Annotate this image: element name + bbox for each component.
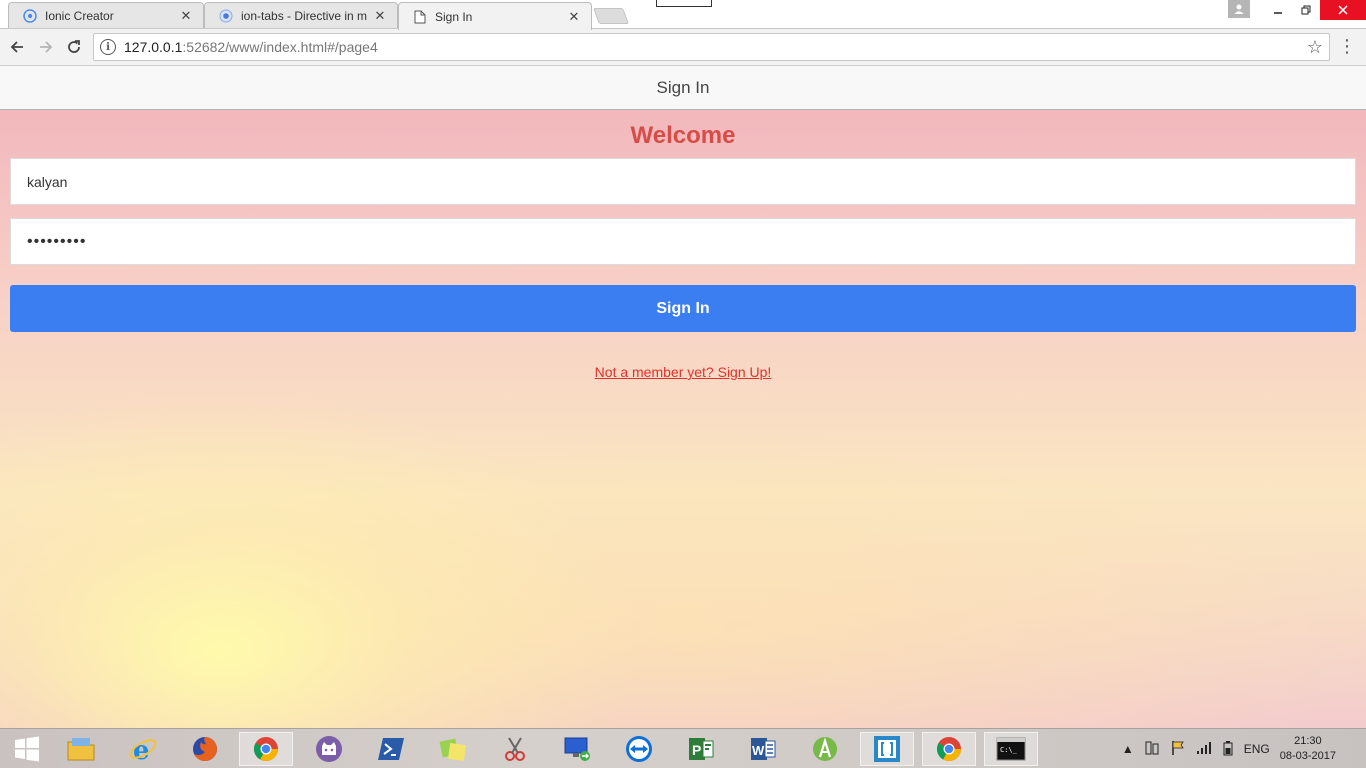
file-explorer-icon[interactable] — [54, 732, 108, 766]
sign-in-button[interactable]: Sign In — [10, 285, 1356, 332]
back-arrow-icon[interactable] — [7, 37, 27, 57]
sign-up-link[interactable]: Not a member yet? Sign Up! — [595, 364, 772, 380]
brackets-icon[interactable] — [860, 732, 914, 766]
password-field[interactable]: ••••••••• — [10, 218, 1356, 265]
firefox-icon[interactable] — [178, 732, 232, 766]
browser-toolbar: i 127.0.0.1 :52682/www/index.html#/page4… — [0, 29, 1366, 66]
restore-icon[interactable] — [1292, 0, 1320, 20]
chrome-icon[interactable] — [239, 732, 293, 766]
app-header-bar: Sign In — [0, 66, 1366, 110]
sign-in-content: Welcome kalyan ••••••••• Sign In Not a m… — [0, 110, 1366, 728]
show-hidden-icons-icon[interactable]: ▲ — [1122, 742, 1134, 756]
document-icon — [413, 10, 427, 24]
remote-desktop-icon[interactable] — [550, 732, 604, 766]
github-icon[interactable] — [302, 732, 356, 766]
command-prompt-icon[interactable]: C:\_ — [984, 732, 1038, 766]
word-icon[interactable]: W — [736, 732, 790, 766]
battery-icon[interactable] — [1222, 740, 1234, 759]
tab-title: Sign In — [435, 9, 473, 24]
tab-title: ion-tabs - Directive in m — [241, 9, 368, 23]
welcome-heading: Welcome — [630, 122, 736, 149]
reload-icon[interactable] — [64, 37, 84, 57]
tab-ion-tabs[interactable]: ion-tabs - Directive in m ✕ — [204, 2, 398, 29]
windows-taskbar: e P W C:\_ ▲ ENG 21:30 08-03-2017 — [0, 728, 1366, 768]
new-tab-button[interactable] — [593, 8, 629, 24]
bookmark-star-icon[interactable]: ☆ — [1307, 37, 1323, 58]
browser-tab-strip: Ionic Creator ✕ ion-tabs - Directive in … — [0, 0, 1366, 30]
tab-title: Ionic Creator — [45, 9, 114, 23]
browser-menu-icon[interactable]: ⋮ — [1338, 37, 1356, 55]
profile-icon[interactable] — [1228, 0, 1250, 18]
sticky-notes-icon[interactable] — [426, 732, 480, 766]
signal-strength-icon[interactable] — [1196, 741, 1212, 758]
tab-ionic-creator[interactable]: Ionic Creator ✕ — [8, 2, 204, 29]
page-title: Sign In — [656, 77, 710, 97]
window-controls — [1228, 0, 1366, 20]
snipping-tool-icon[interactable] — [488, 732, 542, 766]
signup-link-container: Not a member yet? Sign Up! — [0, 364, 1366, 382]
chromium-icon — [219, 9, 233, 23]
chrome-icon-2[interactable] — [922, 732, 976, 766]
tab-sign-in[interactable]: Sign In ✕ — [398, 2, 592, 30]
svg-text:P: P — [692, 742, 701, 758]
url-path: :52682/www/index.html#/page4 — [182, 39, 378, 55]
teamviewer-icon[interactable] — [612, 732, 666, 766]
tab-close-icon[interactable]: ✕ — [179, 9, 193, 23]
project-icon[interactable]: P — [674, 732, 728, 766]
internet-explorer-icon[interactable]: e — [116, 732, 170, 766]
minimize-icon[interactable] — [1264, 0, 1292, 20]
ionic-icon — [23, 9, 37, 23]
network-drive-icon[interactable] — [1144, 741, 1160, 758]
site-info-icon[interactable]: i — [100, 39, 116, 55]
start-button[interactable] — [0, 732, 54, 766]
clock-time: 21:30 — [1294, 735, 1322, 747]
powershell-icon[interactable] — [364, 732, 418, 766]
address-bar[interactable]: i 127.0.0.1 :52682/www/index.html#/page4… — [93, 33, 1330, 61]
action-center-flag-icon[interactable] — [1170, 740, 1186, 759]
svg-text:W: W — [752, 743, 765, 758]
drag-hint-box — [656, 0, 712, 7]
android-studio-icon[interactable] — [798, 732, 852, 766]
url-host: 127.0.0.1 — [124, 39, 183, 55]
language-indicator[interactable]: ENG — [1244, 742, 1270, 756]
forward-arrow-icon[interactable] — [36, 37, 56, 57]
username-field[interactable]: kalyan — [10, 158, 1356, 205]
tab-close-icon[interactable]: ✕ — [373, 9, 387, 23]
svg-text:C:\_: C:\_ — [1000, 746, 1018, 754]
close-window-icon[interactable] — [1320, 0, 1366, 20]
tab-close-icon[interactable]: ✕ — [567, 9, 581, 24]
system-tray: ▲ ENG 21:30 08-03-2017 — [1122, 729, 1366, 768]
clock-date: 08-03-2017 — [1279, 750, 1336, 762]
clock[interactable]: 21:30 08-03-2017 — [1280, 734, 1336, 764]
